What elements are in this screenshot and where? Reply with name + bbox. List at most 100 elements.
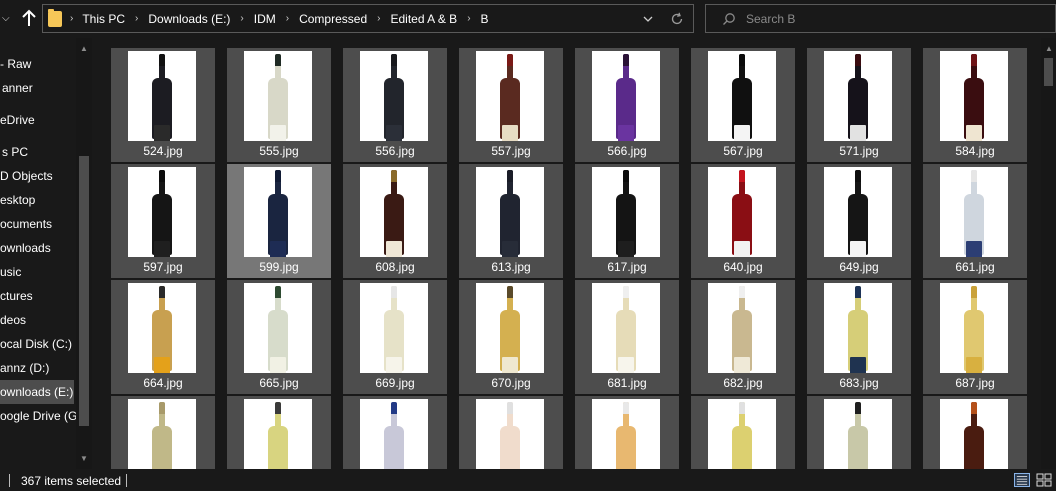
up-arrow-icon[interactable] — [20, 8, 38, 28]
bottle-capsule — [855, 286, 861, 298]
bottle-capsule — [971, 54, 977, 66]
file-tile[interactable] — [111, 396, 215, 469]
file-tile[interactable]: 683.jpg — [807, 280, 911, 394]
bottle-capsule — [275, 286, 281, 298]
file-tile[interactable] — [575, 396, 679, 469]
breadcrumb-item[interactable]: Compressed — [299, 12, 367, 26]
file-tile[interactable]: 555.jpg — [227, 48, 331, 162]
bottle-capsule — [159, 402, 165, 414]
wine-bottle — [964, 54, 984, 141]
breadcrumb-separator-icon[interactable]: › — [70, 13, 73, 24]
wine-bottle-thumbnail — [476, 167, 544, 257]
bottle-label — [386, 241, 402, 257]
bottle-body — [616, 310, 636, 373]
scroll-down-arrow-icon[interactable]: ▼ — [80, 454, 88, 463]
file-tile[interactable]: 567.jpg — [691, 48, 795, 162]
details-view-icon[interactable] — [1014, 473, 1030, 487]
file-name: 683.jpg — [839, 376, 879, 390]
file-tile[interactable]: 649.jpg — [807, 164, 911, 278]
breadcrumb-item[interactable]: IDM — [254, 12, 276, 26]
file-tile[interactable] — [227, 396, 331, 469]
file-tile[interactable]: 681.jpg — [575, 280, 679, 394]
bottle-capsule — [159, 54, 165, 66]
bottle-body — [152, 194, 172, 257]
file-name: 556.jpg — [375, 144, 415, 158]
breadcrumb-separator-icon[interactable]: › — [286, 13, 289, 24]
bottle-label — [386, 125, 402, 141]
wine-bottle — [616, 54, 636, 141]
bottle-body — [616, 426, 636, 469]
wine-bottle-thumbnail — [128, 51, 196, 141]
wine-bottle — [500, 286, 520, 373]
breadcrumb-item[interactable]: Downloads (E:) — [148, 12, 230, 26]
file-tile[interactable]: 669.jpg — [343, 280, 447, 394]
wine-bottle-thumbnail — [244, 283, 312, 373]
wine-bottle — [384, 402, 404, 469]
nav-scrollbar[interactable]: ▲ ▼ — [76, 38, 92, 469]
breadcrumb-separator-icon[interactable]: › — [135, 13, 138, 24]
bottle-body — [152, 310, 172, 373]
file-tile[interactable] — [691, 396, 795, 469]
wine-bottle — [384, 170, 404, 257]
file-tile[interactable]: 687.jpg — [923, 280, 1027, 394]
file-tile[interactable]: 566.jpg — [575, 48, 679, 162]
file-tile[interactable]: 571.jpg — [807, 48, 911, 162]
wine-bottle-thumbnail — [244, 399, 312, 469]
nav-item[interactable]: ownloads (E:) — [0, 380, 74, 404]
bottle-capsule — [275, 402, 281, 414]
file-name: 613.jpg — [491, 260, 531, 274]
file-tile[interactable]: 617.jpg — [575, 164, 679, 278]
scroll-up-arrow-icon[interactable]: ▲ — [80, 44, 88, 53]
breadcrumb-separator-icon[interactable]: › — [240, 13, 243, 24]
bottle-capsule — [507, 170, 513, 182]
search-box[interactable]: Search B — [705, 4, 1056, 33]
content-scrollbar[interactable]: ▲ — [1041, 38, 1056, 469]
wine-bottle — [964, 402, 984, 469]
file-tile[interactable] — [923, 396, 1027, 469]
file-tile[interactable]: 599.jpg — [227, 164, 331, 278]
bottle-capsule — [971, 286, 977, 298]
refresh-icon[interactable] — [669, 11, 685, 27]
nav-item-label: ownloads (E:) — [0, 385, 74, 399]
nav-item-label: deos — [0, 313, 27, 327]
file-tile[interactable]: 597.jpg — [111, 164, 215, 278]
content-scrollbar-thumb[interactable] — [1044, 58, 1053, 86]
wine-bottle-thumbnail — [244, 51, 312, 141]
scroll-up-arrow-icon[interactable]: ▲ — [1045, 44, 1053, 53]
breadcrumb-item[interactable]: B — [481, 12, 489, 26]
file-tile[interactable]: 664.jpg — [111, 280, 215, 394]
file-tile[interactable]: 557.jpg — [459, 48, 563, 162]
wine-bottle-thumbnail — [592, 283, 660, 373]
wine-bottle-thumbnail — [360, 167, 428, 257]
file-tile[interactable]: 613.jpg — [459, 164, 563, 278]
file-tile[interactable]: 670.jpg — [459, 280, 563, 394]
recent-locations-chevron-icon[interactable]: ⌵ — [2, 10, 16, 28]
file-tile[interactable]: 584.jpg — [923, 48, 1027, 162]
breadcrumb-separator-icon[interactable]: › — [467, 13, 470, 24]
file-tile[interactable] — [343, 396, 447, 469]
breadcrumb-separator-icon[interactable]: › — [377, 13, 380, 24]
wine-bottle-thumbnail — [940, 51, 1008, 141]
nav-scrollbar-thumb[interactable] — [79, 156, 89, 426]
breadcrumb-item[interactable]: Edited A & B — [390, 12, 457, 26]
file-tile[interactable]: 556.jpg — [343, 48, 447, 162]
large-icons-view-icon[interactable] — [1036, 473, 1052, 487]
bottle-label — [734, 125, 750, 141]
bottle-capsule — [623, 54, 629, 66]
chevron-down-icon[interactable] — [641, 12, 655, 26]
file-tile[interactable]: 608.jpg — [343, 164, 447, 278]
file-tile[interactable]: 640.jpg — [691, 164, 795, 278]
file-tile[interactable]: 665.jpg — [227, 280, 331, 394]
file-tile[interactable]: 524.jpg — [111, 48, 215, 162]
wine-bottle — [268, 170, 288, 257]
nav-item-label: ctures — [0, 289, 33, 303]
bottle-body — [964, 194, 984, 257]
file-tile[interactable]: 661.jpg — [923, 164, 1027, 278]
wine-bottle-thumbnail — [360, 399, 428, 469]
bottle-label — [154, 357, 170, 373]
file-tile[interactable] — [459, 396, 563, 469]
breadcrumb-item[interactable]: This PC — [82, 12, 125, 26]
file-tile[interactable]: 682.jpg — [691, 280, 795, 394]
address-bar[interactable]: › This PC › Downloads (E:) › IDM › Compressed › E… — [42, 4, 694, 33]
file-tile[interactable] — [807, 396, 911, 469]
